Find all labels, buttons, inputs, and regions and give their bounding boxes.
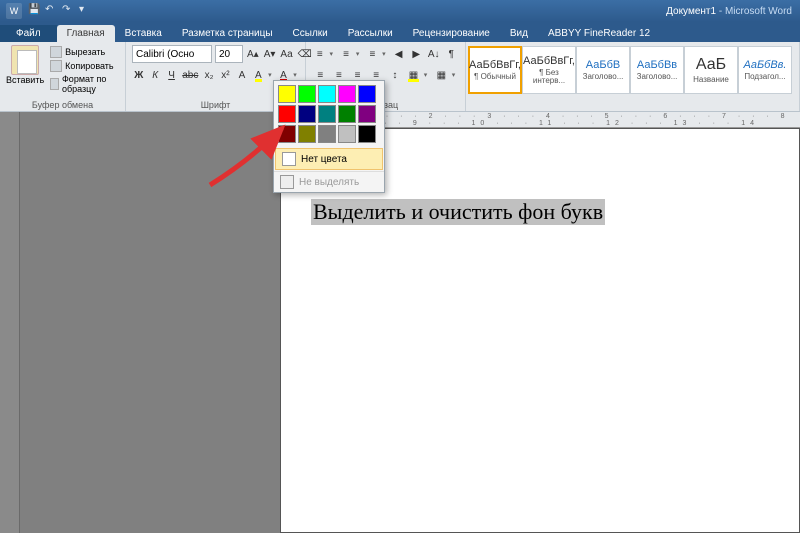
quick-access-toolbar: 💾 ↶ ↷ ▾ [28, 4, 93, 18]
font-color-dropdown-icon[interactable]: ▾ [293, 71, 299, 79]
subscript-button[interactable]: x₂ [202, 66, 215, 84]
sort-button[interactable]: A↓ [426, 45, 442, 63]
multilevel-button[interactable]: ≡ [365, 45, 381, 63]
cut-button[interactable]: Вырезать [48, 45, 119, 59]
highlight-dropdown-icon[interactable]: ▾ [268, 71, 274, 79]
group-clipboard-label: Буфер обмена [6, 98, 119, 110]
show-marks-button[interactable]: ¶ [443, 45, 459, 63]
tab-view[interactable]: Вид [500, 25, 538, 42]
borders-button[interactable]: ▦ [433, 66, 450, 84]
group-styles: АаБбВвГг,¶ Обычный АаБбВвГг,¶ Без интерв… [466, 42, 800, 111]
font-name-input[interactable] [132, 45, 212, 63]
color-swatch[interactable] [298, 85, 316, 103]
color-swatch[interactable] [338, 85, 356, 103]
change-case-button[interactable]: Aa [279, 45, 293, 63]
style-heading2[interactable]: АаБбВвЗаголово... [630, 46, 684, 94]
brush-icon [50, 78, 59, 90]
numbering-button[interactable]: ≡ [338, 45, 354, 63]
font-size-input[interactable] [215, 45, 243, 63]
paste-label: Вставить [6, 75, 44, 85]
scissors-icon [50, 46, 62, 58]
window-title: Документ1 - Microsoft Word [666, 6, 792, 17]
tab-file[interactable]: Файл [0, 25, 57, 42]
paste-icon [11, 45, 39, 75]
margin-area [20, 112, 280, 533]
ribbon-tabs: Файл Главная Вставка Разметка страницы С… [0, 22, 800, 42]
style-normal[interactable]: АаБбВвГг,¶ Обычный [468, 46, 522, 94]
tab-layout[interactable]: Разметка страницы [172, 25, 283, 42]
selected-text[interactable]: Выделить и очистить фон букв [311, 199, 605, 225]
dedent-button[interactable]: ◀ [391, 45, 407, 63]
color-swatch[interactable] [358, 105, 376, 123]
redo-icon[interactable]: ↷ [62, 4, 76, 18]
underline-button[interactable]: Ч [165, 66, 178, 84]
undo-icon[interactable]: ↶ [45, 4, 59, 18]
save-icon[interactable]: 💾 [28, 4, 42, 18]
color-swatch[interactable] [318, 85, 336, 103]
stop-highlight-icon [280, 175, 294, 189]
indent-button[interactable]: ▶ [408, 45, 424, 63]
italic-button[interactable]: К [148, 66, 161, 84]
color-swatch[interactable] [318, 125, 336, 143]
color-swatch[interactable] [338, 125, 356, 143]
style-title[interactable]: АаБНазвание [684, 46, 738, 94]
format-painter-button[interactable]: Формат по образцу [48, 73, 119, 95]
color-swatch[interactable] [278, 85, 296, 103]
qat-customize-icon[interactable]: ▾ [79, 4, 93, 18]
color-grid [274, 81, 384, 147]
stop-highlight-label: Не выделять [299, 177, 359, 188]
bullets-button[interactable]: ≡ [312, 45, 328, 63]
group-clipboard: Вставить Вырезать Копировать Формат по о… [0, 42, 126, 111]
workspace: 1 · · · 2 · · · 3 · · · 4 · · · 5 · · · … [0, 112, 800, 533]
bold-button[interactable]: Ж [132, 66, 145, 84]
color-swatch[interactable] [358, 125, 376, 143]
tab-mailings[interactable]: Рассылки [338, 25, 403, 42]
grow-font-button[interactable]: A▴ [246, 45, 260, 63]
tab-insert[interactable]: Вставка [115, 25, 172, 42]
document-name: Документ1 [666, 6, 716, 17]
ribbon: Вставить Вырезать Копировать Формат по о… [0, 42, 800, 112]
color-swatch[interactable] [318, 105, 336, 123]
color-swatch[interactable] [338, 105, 356, 123]
stop-highlight-item[interactable]: Не выделять [274, 171, 384, 192]
copy-icon [50, 60, 62, 72]
copy-button[interactable]: Копировать [48, 59, 119, 73]
style-no-spacing[interactable]: АаБбВвГг,¶ Без интерв... [522, 46, 576, 94]
shrink-font-button[interactable]: A▾ [263, 45, 277, 63]
text-effects-button[interactable]: A [235, 66, 248, 84]
tab-abbyy[interactable]: ABBYY FineReader 12 [538, 25, 660, 42]
tab-review[interactable]: Рецензирование [403, 25, 500, 42]
highlight-button[interactable]: A [252, 66, 265, 84]
style-subtitle[interactable]: АаБбВв.Подзагол... [738, 46, 792, 94]
highlight-color-popup: Нет цвета Не выделять [273, 80, 385, 193]
color-swatch[interactable] [278, 105, 296, 123]
shading-button[interactable]: ▦ [405, 66, 422, 84]
paste-button[interactable]: Вставить [6, 45, 44, 85]
line-spacing-button[interactable]: ↕ [387, 66, 404, 84]
tab-references[interactable]: Ссылки [283, 25, 338, 42]
color-swatch[interactable] [278, 125, 296, 143]
word-app-icon: W [6, 3, 22, 19]
color-swatch[interactable] [298, 125, 316, 143]
no-color-swatch-icon [282, 152, 296, 166]
vertical-ruler [0, 112, 20, 533]
style-heading1[interactable]: АаБбВЗаголово... [576, 46, 630, 94]
color-swatch[interactable] [358, 85, 376, 103]
title-bar: W 💾 ↶ ↷ ▾ Документ1 - Microsoft Word [0, 0, 800, 22]
clear-format-button[interactable]: ⌫ [297, 45, 313, 63]
tab-home[interactable]: Главная [57, 25, 115, 42]
no-color-label: Нет цвета [301, 154, 347, 165]
strike-button[interactable]: abc [181, 66, 199, 84]
app-name: Microsoft Word [725, 6, 792, 17]
no-color-item[interactable]: Нет цвета [275, 148, 383, 170]
color-swatch[interactable] [298, 105, 316, 123]
superscript-button[interactable]: x² [219, 66, 232, 84]
